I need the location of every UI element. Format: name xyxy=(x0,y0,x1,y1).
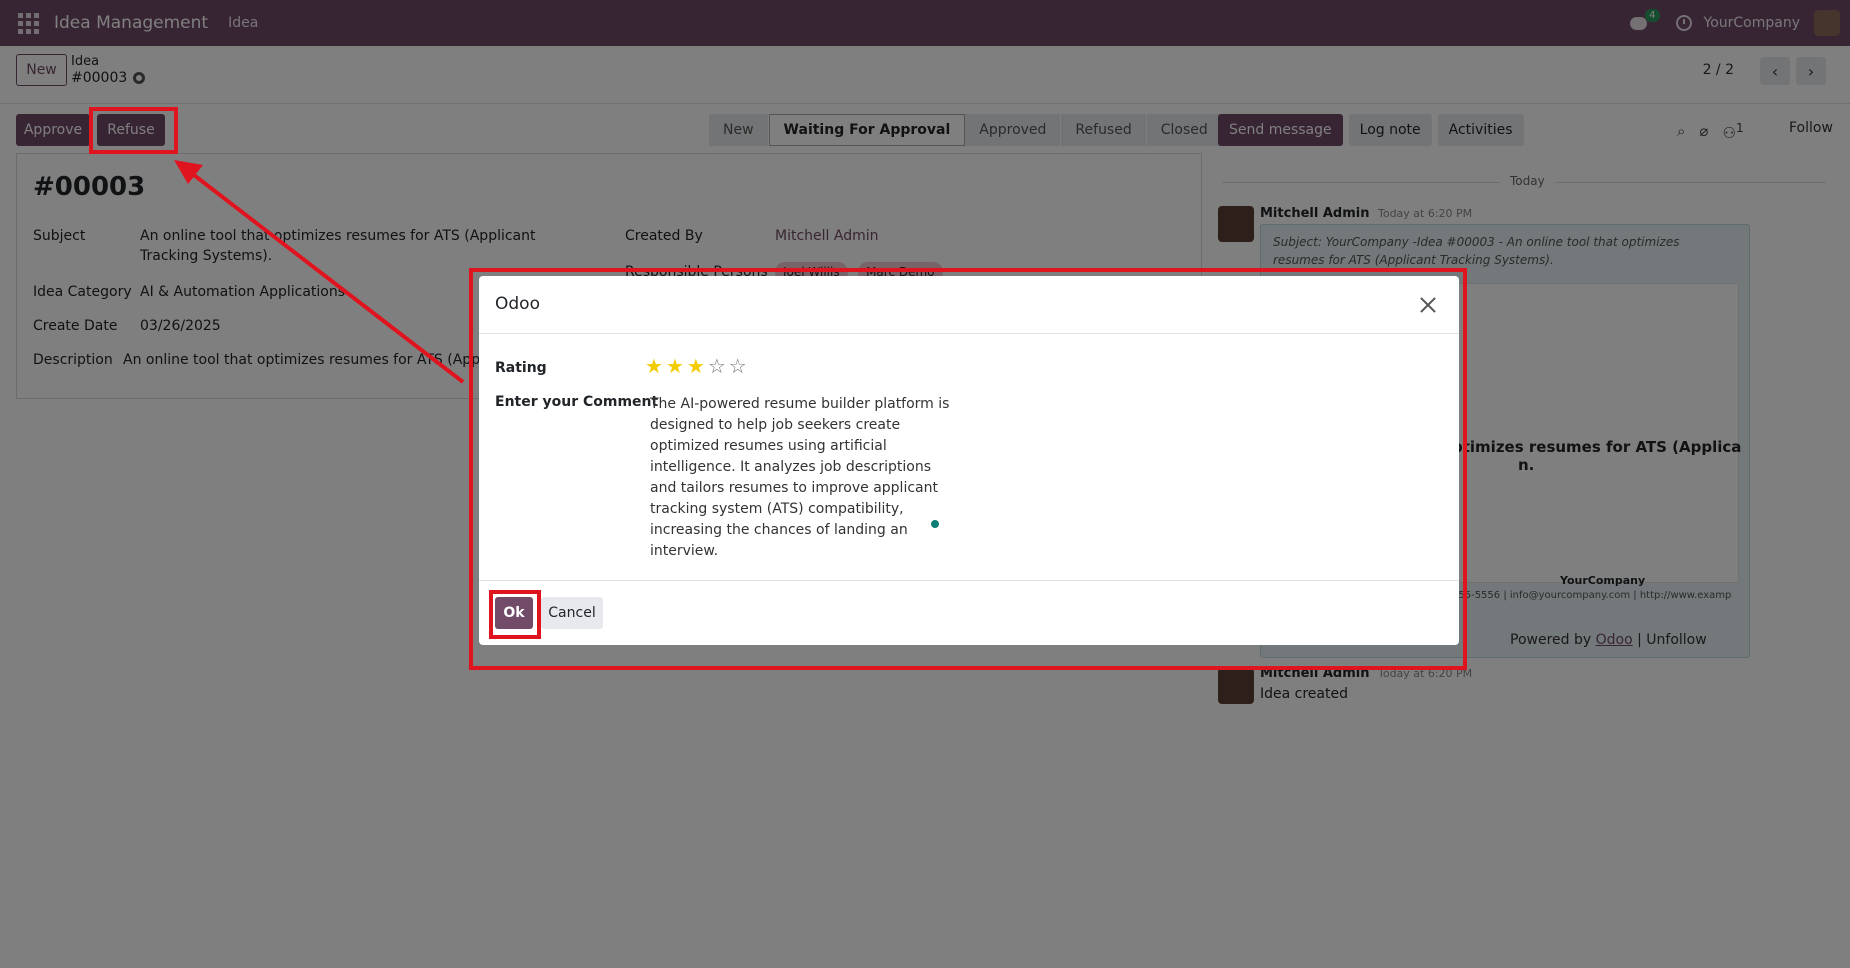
highlight-ok-box xyxy=(489,590,541,639)
highlight-dialog-box xyxy=(469,268,1467,670)
highlight-refuse-box xyxy=(89,107,178,154)
